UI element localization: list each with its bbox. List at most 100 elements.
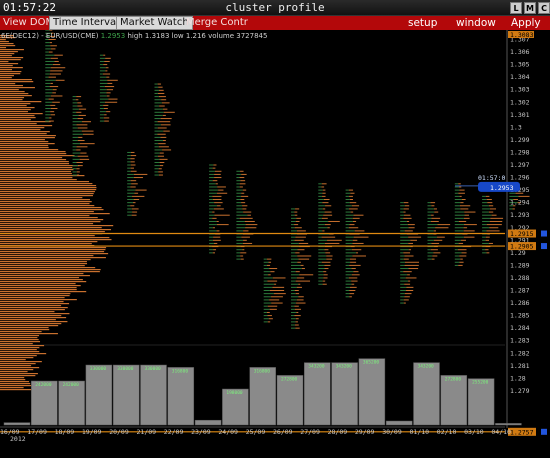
buy-volume-bar [427, 249, 431, 251]
composite-profile-bar [0, 363, 36, 365]
volume-bar-label: 330000 [117, 366, 134, 372]
menu-market-watch[interactable]: Market Watch [116, 16, 193, 30]
sell-volume-bar [158, 174, 163, 176]
sell-volume-bar [159, 105, 165, 107]
sell-volume-bar [436, 236, 445, 238]
sell-volume-bar [272, 277, 286, 279]
composite-profile-bar [0, 295, 70, 297]
composite-profile-bar [0, 223, 94, 225]
buy-volume-bar [45, 79, 56, 81]
buy-volume-bar [72, 114, 79, 116]
sell-volume-bar [266, 258, 272, 260]
composite-profile-bar [0, 353, 47, 355]
sell-volume-bar [77, 118, 84, 120]
sell-volume-bar [430, 202, 436, 204]
sell-volume-bar [132, 211, 138, 213]
buy-volume-bar [400, 214, 405, 216]
date-axis-label: 28/09 [328, 428, 348, 436]
sell-volume-bar [463, 236, 475, 238]
composite-profile-bar [0, 101, 42, 103]
composite-profile-bar [0, 155, 75, 157]
sell-volume-bar [488, 205, 494, 207]
sell-volume-bar [245, 227, 257, 229]
sell-volume-bar [103, 104, 109, 106]
buy-volume-bar [263, 290, 270, 291]
buy-volume-bar [318, 217, 322, 219]
sell-volume-bar [107, 79, 118, 81]
buy-volume-bar [127, 155, 131, 157]
composite-profile-bar [0, 313, 70, 315]
composite-profile-bar [0, 151, 66, 153]
composite-profile-bar [0, 135, 56, 137]
sell-volume-bar [266, 264, 271, 266]
buy-volume-bar [291, 268, 302, 270]
buy-volume-bar [345, 290, 350, 291]
window-button-l[interactable]: L [510, 2, 522, 14]
buy-volume-bar [45, 92, 53, 94]
buy-volume-bar [263, 315, 268, 317]
buy-volume-bar [345, 293, 350, 295]
sell-volume-bar [50, 45, 57, 47]
buy-volume-bar [236, 242, 243, 244]
buy-volume-bar [99, 86, 105, 88]
menu-merge-contr[interactable]: Merge Contr [183, 16, 251, 30]
sell-volume-bar [349, 195, 353, 197]
menu-time-interval[interactable]: Time Interval [49, 16, 123, 30]
buy-volume-bar [99, 108, 104, 110]
sell-volume-bar [322, 195, 326, 197]
buy-volume-bar [236, 195, 242, 197]
price-axis-label: 1.302 [510, 98, 530, 106]
composite-profile-bar [0, 85, 24, 87]
window-button-c[interactable]: C [538, 2, 550, 14]
composite-profile-bar [0, 75, 14, 77]
composite-profile-bar [0, 291, 87, 293]
buy-volume-bar [72, 105, 78, 107]
window-button-m[interactable]: M [524, 2, 536, 14]
sell-volume-bar [158, 92, 165, 94]
sell-volume-bar [213, 164, 217, 166]
composite-profile-bar [0, 83, 16, 85]
menu-setup[interactable]: setup [405, 16, 440, 30]
buy-volume-bar [72, 133, 83, 135]
buy-volume-bar [45, 86, 50, 88]
sell-volume-bar [52, 89, 57, 91]
date-axis-label: 20/09 [109, 428, 129, 436]
volume-bar-label: 272800 [281, 376, 298, 382]
menu-apply[interactable]: Apply [508, 16, 544, 30]
sell-volume-bar [403, 202, 409, 204]
composite-profile-bar [0, 251, 105, 253]
composite-profile-bar [0, 343, 33, 345]
volume-bar [140, 364, 167, 426]
sell-volume-bar [214, 177, 222, 179]
composite-profile-bar [0, 179, 77, 181]
buy-volume-bar [154, 92, 159, 94]
composite-profile-bar [0, 63, 19, 65]
sell-volume-bar [158, 168, 162, 170]
sell-volume-bar [350, 261, 357, 263]
buy-volume-bar [72, 124, 77, 126]
buy-volume-bar [318, 249, 325, 251]
buy-volume-bar [400, 286, 407, 288]
buy-volume-bar [345, 286, 350, 288]
buy-volume-bar [291, 327, 296, 329]
sell-volume-bar [106, 92, 111, 94]
buy-volume-bar [291, 271, 296, 273]
date-axis-label: 26/09 [273, 428, 293, 436]
volume-bar-label: 343200 [336, 364, 353, 370]
composite-profile-bar [0, 305, 62, 307]
menu-window[interactable]: window [453, 16, 499, 30]
sell-volume-bar [434, 239, 443, 241]
buy-volume-bar [400, 296, 405, 298]
buy-volume-bar [345, 202, 350, 204]
sell-volume-bar [403, 252, 411, 254]
price-level-marker [541, 243, 547, 250]
composite-profile-bar [0, 241, 98, 243]
buy-volume-bar [45, 98, 49, 100]
sell-volume-bar [296, 311, 299, 313]
sell-volume-bar [76, 168, 80, 170]
sell-volume-bar [404, 261, 420, 263]
composite-profile-bar [0, 371, 28, 373]
cluster-profile-chart[interactable]: 1.3071.3061.3051.3041.3031.3021.3011.31.… [0, 30, 550, 458]
date-axis-label: 01/10 [410, 428, 430, 436]
buy-volume-bar [509, 208, 513, 210]
